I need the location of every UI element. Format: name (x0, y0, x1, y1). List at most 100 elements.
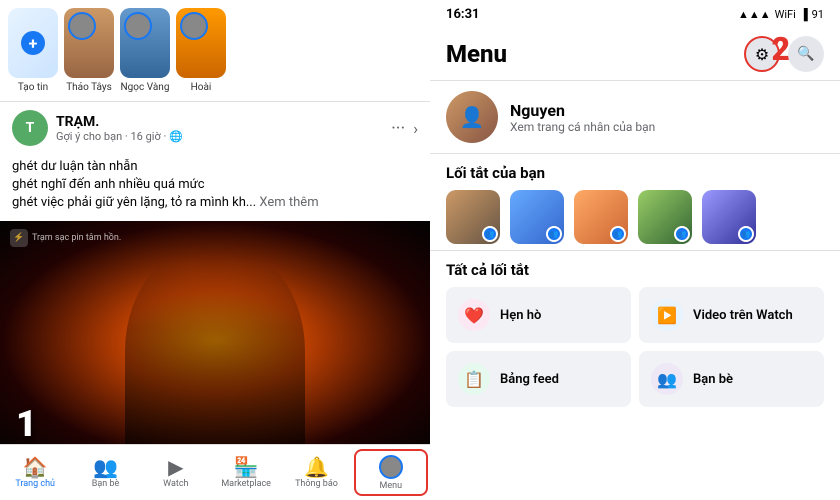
story-item-3[interactable]: Hoài (176, 8, 226, 93)
story-avatar-2 (120, 8, 170, 78)
profile-info: Nguyen Xem trang cá nhân của bạn (510, 101, 824, 134)
menu-title: Menu (446, 40, 507, 68)
create-story-avatar: + (8, 8, 58, 78)
post-number-badge-1: 1 (16, 403, 37, 444)
shortcut-card-friends-label: Bạn bè (693, 372, 733, 387)
video-watch-icon: ▶️ (651, 299, 683, 331)
see-more-link[interactable]: Xem thêm (259, 195, 318, 210)
status-icons: ▲▲▲ WiFi ▐ 91 (738, 8, 824, 21)
create-story-label: Tạo tin (18, 82, 48, 93)
gear-icon: ⚙ (755, 45, 769, 64)
story-avatar-3 (176, 8, 226, 78)
watch-icon: ▶ (168, 457, 183, 477)
menu-header: Menu ⚙ 2 🔍 (430, 28, 840, 81)
nav-label-friends: Bạn bè (92, 479, 120, 489)
home-icon: 🏠 (23, 457, 48, 477)
shortcuts-section: Lối tắt của bạn 👥 👥 👥 👥 (430, 154, 840, 251)
notifications-icon: 🔔 (304, 457, 329, 477)
shortcut-img-5: 👥 (702, 190, 756, 244)
nav-label-home: Trang chủ (15, 479, 55, 489)
marketplace-icon: 🏪 (234, 457, 259, 477)
post-text: ghét dư luận tàn nhẫn ghét nghĩ đến anh … (0, 154, 430, 221)
shortcut-avatar-1[interactable]: 👥 (446, 190, 500, 244)
shortcut-avatar-3[interactable]: 👥 (574, 190, 628, 244)
post-author-name: TRẠM. (56, 114, 383, 130)
post-time: Gợi ý cho bạn · 16 giờ · 🌐 (56, 130, 383, 143)
shortcut-img-4: 👥 (638, 190, 692, 244)
story-avatar-1 (64, 8, 114, 78)
watermark-text: Trạm sạc pin tâm hồn. (32, 233, 121, 243)
battery-percent: 91 (812, 8, 824, 21)
feed-icon: 📋 (458, 363, 490, 395)
nav-item-watch[interactable]: ▶ Watch (141, 445, 211, 500)
post-line-3: ghét việc phải giữ yên lặng, tỏ ra mình … (12, 195, 256, 210)
create-story-item[interactable]: + Tạo tin (8, 8, 58, 93)
shortcut-avatar-5[interactable]: 👥 (702, 190, 756, 244)
settings-button[interactable]: ⚙ 2 (744, 36, 780, 72)
shortcut-badge-3: 👥 (610, 226, 626, 242)
profile-subtitle: Xem trang cá nhân của bạn (510, 120, 824, 134)
nav-item-marketplace[interactable]: 🏪 Marketplace (211, 445, 281, 500)
left-panel: + Tạo tin Thảo Tâys Ngọc Vàng Hoài (0, 0, 430, 500)
shortcut-badge-2: 👥 (546, 226, 562, 242)
shortcut-card-dating[interactable]: ❤️ Hẹn hò (446, 287, 631, 343)
battery-icon: ▐ (800, 8, 808, 21)
friends-shortcut-icon: 👥 (651, 363, 683, 395)
shortcut-img-1: 👥 (446, 190, 500, 244)
post-more-button[interactable]: ··· (391, 118, 405, 139)
shortcut-card-watch[interactable]: ▶️ Video trên Watch (639, 287, 824, 343)
shortcut-img-2: 👥 (510, 190, 564, 244)
post-line-2: ghét nghĩ đến anh nhiều quá mức (12, 177, 205, 192)
search-icon: 🔍 (797, 46, 814, 62)
story-label-1: Thảo Tâys (66, 82, 112, 93)
post-chevron-icon: › (413, 119, 418, 138)
nav-item-friends[interactable]: 👥 Bạn bè (70, 445, 140, 500)
post-watermark: ⚡ Trạm sạc pin tâm hồn. (10, 229, 121, 247)
search-button[interactable]: 🔍 (788, 36, 824, 72)
post-header: T TRẠM. Gợi ý cho bạn · 16 giờ · 🌐 ··· › (0, 102, 430, 154)
nav-item-notifications[interactable]: 🔔 Thông báo (281, 445, 351, 500)
status-time: 16:31 (446, 7, 480, 22)
profile-row[interactable]: 👤 Nguyen Xem trang cá nhân của bạn (430, 81, 840, 154)
shortcuts-avatars: 👥 👥 👥 👥 👥 (446, 190, 824, 244)
dating-icon: ❤️ (458, 299, 490, 331)
shortcut-card-feed[interactable]: 📋 Bảng feed (446, 351, 631, 407)
nav-item-menu[interactable]: Menu (354, 449, 428, 496)
story-user-avatar-1 (68, 12, 96, 40)
story-user-avatar-3 (180, 12, 208, 40)
post-image-person-silhouette (125, 241, 305, 444)
plus-icon: + (21, 31, 45, 55)
post-image: ⚡ Trạm sạc pin tâm hồn. 1 (0, 221, 430, 444)
status-bar: 16:31 ▲▲▲ WiFi ▐ 91 (430, 0, 840, 28)
shortcut-avatar-2[interactable]: 👥 (510, 190, 564, 244)
nav-item-home[interactable]: 🏠 Trang chủ (0, 445, 70, 500)
wifi-icon: WiFi (775, 8, 796, 21)
shortcut-img-3: 👥 (574, 190, 628, 244)
all-shortcuts-section: Tất cả lối tắt ❤️ Hẹn hò ▶️ Video trên W… (430, 251, 840, 500)
profile-avatar: 👤 (446, 91, 498, 143)
nav-label-menu: Menu (380, 481, 403, 491)
story-label-3: Hoài (191, 82, 212, 93)
signal-icon: ▲▲▲ (738, 8, 771, 21)
nav-label-watch: Watch (163, 479, 188, 489)
menu-number-badge-2: 2 (771, 30, 790, 68)
shortcut-card-friends[interactable]: 👥 Bạn bè (639, 351, 824, 407)
menu-avatar (379, 455, 403, 479)
profile-name: Nguyen (510, 101, 824, 120)
story-user-avatar-2 (124, 12, 152, 40)
friends-icon: 👥 (93, 457, 118, 477)
all-shortcuts-title: Tất cả lối tắt (446, 261, 824, 279)
shortcut-badge-4: 👥 (674, 226, 690, 242)
post-meta: TRẠM. Gợi ý cho bạn · 16 giờ · 🌐 (56, 114, 383, 143)
shortcut-card-watch-label: Video trên Watch (693, 308, 793, 323)
nav-label-marketplace: Marketplace (221, 479, 271, 489)
story-label-2: Ngọc Vàng (121, 82, 170, 93)
shortcut-badge-5: 👥 (738, 226, 754, 242)
shortcuts-title: Lối tắt của bạn (446, 164, 824, 182)
story-item-2[interactable]: Ngọc Vàng (120, 8, 170, 93)
bottom-navigation: 🏠 Trang chủ 👥 Bạn bè ▶ Watch 🏪 Marketpla… (0, 444, 430, 500)
nav-label-notifications: Thông báo (295, 479, 338, 489)
shortcut-avatar-4[interactable]: 👥 (638, 190, 692, 244)
story-item-1[interactable]: Thảo Tâys (64, 8, 114, 93)
watermark-icon: ⚡ (10, 229, 28, 247)
